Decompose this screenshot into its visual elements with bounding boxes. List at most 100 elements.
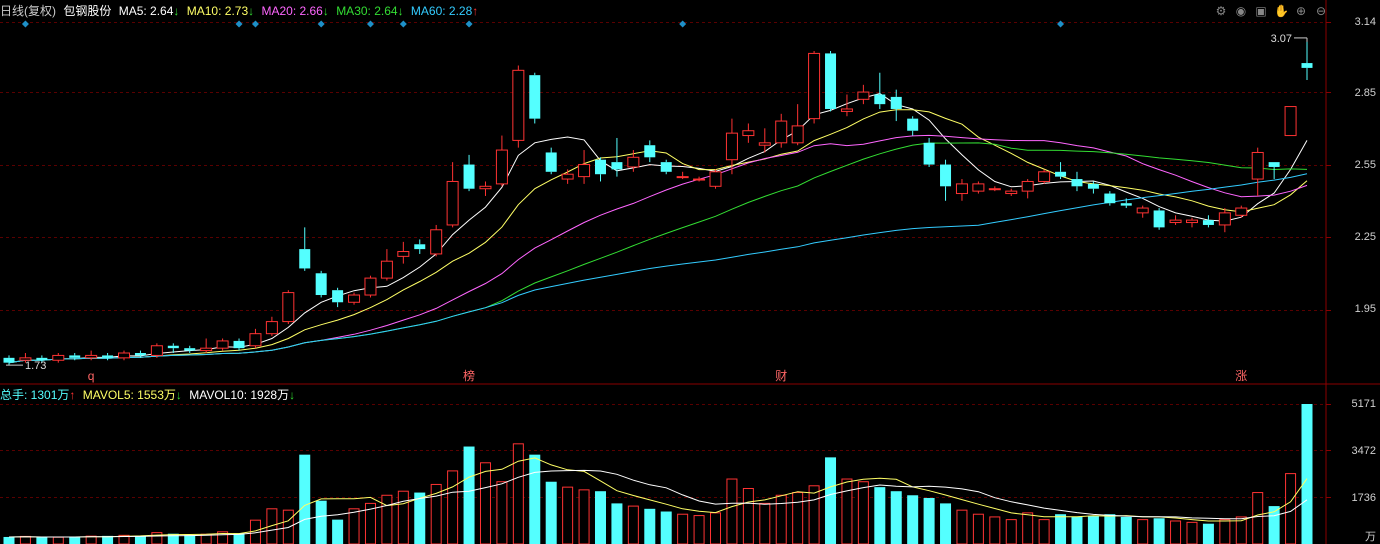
volume-bar [447,470,459,544]
volume-bar [1301,404,1313,544]
candle-body [69,355,81,358]
candle-body [775,120,788,144]
low-price-label: 1.73 [25,360,46,372]
candle-body [1087,183,1099,189]
candle-body [184,348,196,351]
volume-bar [52,536,64,544]
volume-header: 总手: 1301万↑ MAVOL5: 1553万↓ MAVOL10: 1928万… [0,388,299,402]
high-price-label: 3.07 [1271,33,1292,45]
candle-body [249,333,262,347]
volume-bar [529,454,541,544]
candle-body [890,96,902,109]
settings-icon[interactable]: ⚙ [1214,4,1228,18]
basket-icon[interactable]: ▣ [1254,4,1268,18]
candle-body [512,69,525,141]
candle-body [233,340,245,349]
candle-body [1153,210,1165,228]
volume-bar [463,446,475,544]
volume-bar [923,497,935,544]
volume-bar [1038,519,1050,544]
total-volume-label: 总手: 1301万↑ [0,388,76,402]
event-diamond [399,20,407,28]
candle-body [676,176,689,179]
candle-body [972,183,985,192]
event-marker-label: q [88,369,95,383]
volume-bar [1170,520,1182,544]
candle-body [348,294,361,303]
candle-body [545,152,557,172]
mavol5-label: MAVOL5: 1553万↓ [82,388,182,402]
volume-bar [792,492,804,544]
volume-bar [1120,516,1132,544]
volume-bar [1055,514,1067,544]
stock-chart: q 榜 财 涨 3.07 1.73 [0,0,1380,544]
volume-bar [1005,519,1017,544]
candle-body [430,229,443,255]
candle-body [200,347,213,352]
volume-bar [315,500,327,544]
candle-body [1218,212,1231,226]
eye-icon[interactable]: ◉ [1234,4,1248,18]
candle-body [578,164,591,178]
candle-body [397,251,410,257]
ma5-label: MA5: 2.64↓ [118,4,180,18]
volume-bar [1186,521,1198,544]
mavol10-label: MAVOL10: 1928万↓ [189,388,296,402]
candle-body [3,357,15,363]
candle-body [594,159,606,175]
volume-bar [414,492,426,544]
volume-bar [644,508,656,544]
candle-body [216,340,229,349]
volume-bar [627,505,639,544]
candle-body [150,345,163,356]
event-diamond [317,20,325,28]
volume-bar [348,508,360,544]
candle-body [463,164,475,189]
volume-bar [940,503,952,544]
candle-body [709,171,722,187]
candle-body [315,273,327,296]
ma30-line [8,142,1308,364]
event-marker-label: 财 [775,369,787,383]
candle-body [791,125,804,144]
volume-bar [775,494,787,544]
candle-body [479,185,492,190]
candle-body [725,132,738,161]
candle-body [1104,193,1116,204]
event-diamond [679,20,687,28]
volume-bar [825,457,837,544]
ma20-line [8,134,1308,364]
price-tick-label: 3.14 [1354,16,1376,28]
period-label[interactable]: 日线(复权) [0,4,56,18]
volume-bar [496,481,508,544]
candle-body [495,149,508,185]
candle-body [299,249,311,269]
volume-bar [1022,512,1034,544]
price-tick-label: 2.85 [1354,87,1376,99]
zoom-out-icon[interactable]: ⊖ [1314,4,1328,18]
chart-header: 日线(复权) 包钢股份 MA5: 2.64↓ MA10: 2.73↓ MA20:… [0,4,482,18]
event-diamond [21,20,29,28]
hand-icon[interactable]: ✋ [1274,4,1289,18]
candle-body [1021,180,1034,192]
candle-body [1268,162,1280,167]
ma5-line [8,92,1308,364]
event-diamond [366,20,374,28]
event-marker-label: 涨 [1235,368,1247,383]
candle-body [1284,106,1297,137]
candle-body [644,145,656,158]
candle-body [1235,207,1248,216]
zoom-in-icon[interactable]: ⊕ [1294,4,1308,18]
candle-body [1038,171,1051,182]
volume-bar [479,462,491,544]
candle-body [1136,207,1149,214]
event-diamond [465,20,473,28]
volume-bar [36,537,48,544]
candle-body [808,52,821,120]
candle-body [940,164,952,187]
price-tick-label: 2.25 [1354,231,1376,243]
candle-body [265,321,278,335]
ma20-label: MA20: 2.66↓ [261,4,329,18]
candle-body [923,142,935,165]
event-diamond [1057,20,1065,28]
